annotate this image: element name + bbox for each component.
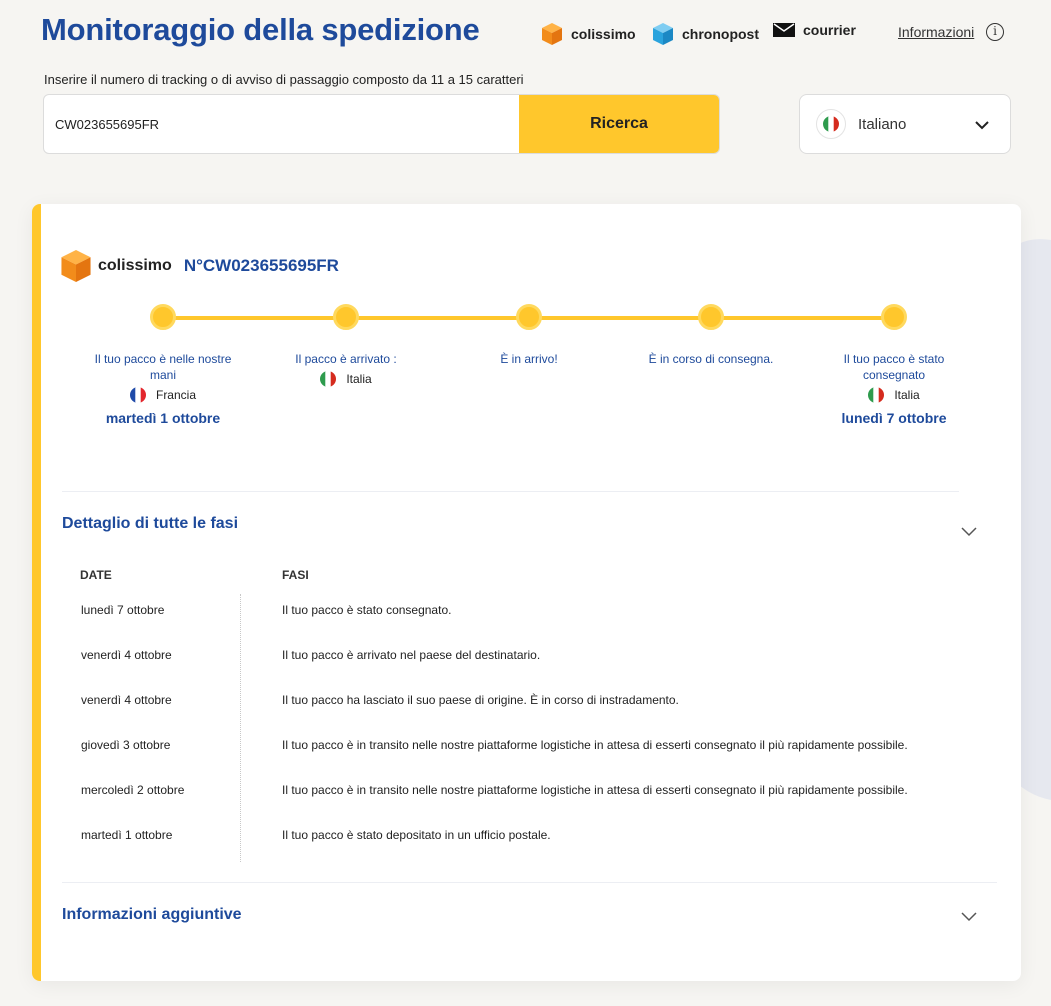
table-row: venerdì 4 ottobre Il tuo pacco ha lascia… — [32, 693, 1021, 738]
card-header: colissimo N°CW023655695FR — [60, 248, 339, 284]
language-select[interactable]: Italiano — [799, 94, 1011, 154]
table-row: venerdì 4 ottobre Il tuo pacco è arrivat… — [32, 648, 1021, 693]
table-row: mercoledì 2 ottobre Il tuo pacco è in tr… — [32, 783, 1021, 828]
chevron-down-icon[interactable] — [960, 909, 978, 923]
brand-courrier-label: courrier — [803, 22, 856, 38]
france-flag-icon — [129, 387, 146, 403]
table-row: lunedì 7 ottobre Il tuo pacco è stato co… — [32, 603, 1021, 648]
step-label: Il tuo pacco è nelle nostre mani — [94, 352, 232, 382]
row-phase: Il tuo pacco ha lasciato il suo paese di… — [282, 693, 679, 707]
colissimo-box-icon — [542, 23, 562, 45]
step-date: lunedì 7 ottobre — [841, 410, 947, 426]
italy-flag-icon — [868, 387, 885, 403]
divider — [62, 882, 997, 883]
info-icon[interactable]: i — [986, 23, 1004, 41]
row-phase: Il tuo pacco è in transito nelle nostre … — [282, 738, 908, 752]
column-header-date: DATE — [80, 568, 112, 582]
row-date: lunedì 7 ottobre — [81, 603, 165, 617]
step-country: Italia — [809, 387, 979, 403]
step-dot — [150, 304, 176, 330]
page-title: Monitoraggio della spedizione — [41, 12, 480, 47]
brand-courrier[interactable]: courrier — [773, 22, 856, 38]
card-brand-name: colissimo — [98, 257, 172, 274]
tracking-card: colissimo N°CW023655695FR Il tuo pacco è… — [32, 204, 1021, 981]
step-date: martedì 1 ottobre — [105, 410, 221, 426]
step-dot — [698, 304, 724, 330]
progress-step: È in arrivo! — [444, 304, 614, 367]
brand-chronopost[interactable]: chronopost — [652, 22, 759, 46]
row-phase: Il tuo pacco è stato depositato in un uf… — [282, 828, 551, 842]
progress-step: Il pacco è arrivato : Italia — [261, 304, 431, 387]
search-hint: Inserire il numero di tracking o di avvi… — [44, 72, 524, 87]
progress-step: Il tuo pacco è stato consegnato Italia l… — [809, 304, 979, 426]
tracking-input[interactable] — [44, 95, 520, 153]
row-phase: Il tuo pacco è stato consegnato. — [282, 603, 452, 617]
chronopost-box-icon — [653, 23, 673, 45]
table-row: martedì 1 ottobre Il tuo pacco è stato d… — [32, 828, 1021, 873]
row-date: mercoledì 2 ottobre — [81, 783, 185, 797]
step-country-name: Francia — [155, 388, 196, 402]
step-dot — [333, 304, 359, 330]
extra-info-section-toggle[interactable]: Informazioni aggiuntive — [62, 906, 242, 924]
step-country-name: Italia — [346, 372, 372, 386]
envelope-icon — [773, 23, 795, 37]
chevron-down-icon[interactable] — [960, 524, 978, 538]
column-header-phase: FASI — [282, 568, 309, 582]
step-label: È in arrivo! — [500, 352, 558, 366]
italy-flag-icon — [320, 371, 337, 387]
progress-step: Il tuo pacco è nelle nostre mani Francia… — [78, 304, 248, 426]
table-row: giovedì 3 ottobre Il tuo pacco è in tran… — [32, 738, 1021, 783]
brand-colissimo[interactable]: colissimo — [541, 22, 636, 46]
tracking-number: N°CW023655695FR — [183, 256, 339, 275]
row-date: martedì 1 ottobre — [81, 828, 173, 842]
brand-chronopost-label: chronopost — [682, 26, 759, 42]
step-country: Francia — [78, 387, 248, 403]
colissimo-box-icon — [61, 250, 91, 282]
step-dot — [881, 304, 907, 330]
row-date: venerdì 4 ottobre — [81, 648, 172, 662]
chevron-down-icon — [975, 121, 989, 130]
step-country-name: Italia — [894, 388, 920, 402]
details-section-toggle[interactable]: Dettaglio di tutte le fasi — [62, 515, 238, 533]
italy-flag-icon — [816, 109, 846, 139]
row-phase: Il tuo pacco è in transito nelle nostre … — [282, 783, 908, 797]
informazioni-link[interactable]: Informazioni — [898, 24, 974, 40]
brand-colissimo-label: colissimo — [571, 26, 636, 42]
row-phase: Il tuo pacco è arrivato nel paese del de… — [282, 648, 541, 662]
step-label: Il pacco è arrivato : — [295, 352, 397, 366]
search-box: Ricerca — [43, 94, 720, 154]
progress-step: È in corso di consegna. — [626, 304, 796, 367]
step-country: Italia — [261, 371, 431, 387]
divider — [62, 491, 959, 492]
row-date: giovedì 3 ottobre — [81, 738, 171, 752]
row-date: venerdì 4 ottobre — [81, 693, 172, 707]
search-button[interactable]: Ricerca — [519, 95, 719, 153]
language-label: Italiano — [858, 115, 907, 133]
step-dot — [516, 304, 542, 330]
step-label: È in corso di consegna. — [648, 352, 774, 366]
step-label: Il tuo pacco è stato consegnato — [843, 352, 945, 382]
